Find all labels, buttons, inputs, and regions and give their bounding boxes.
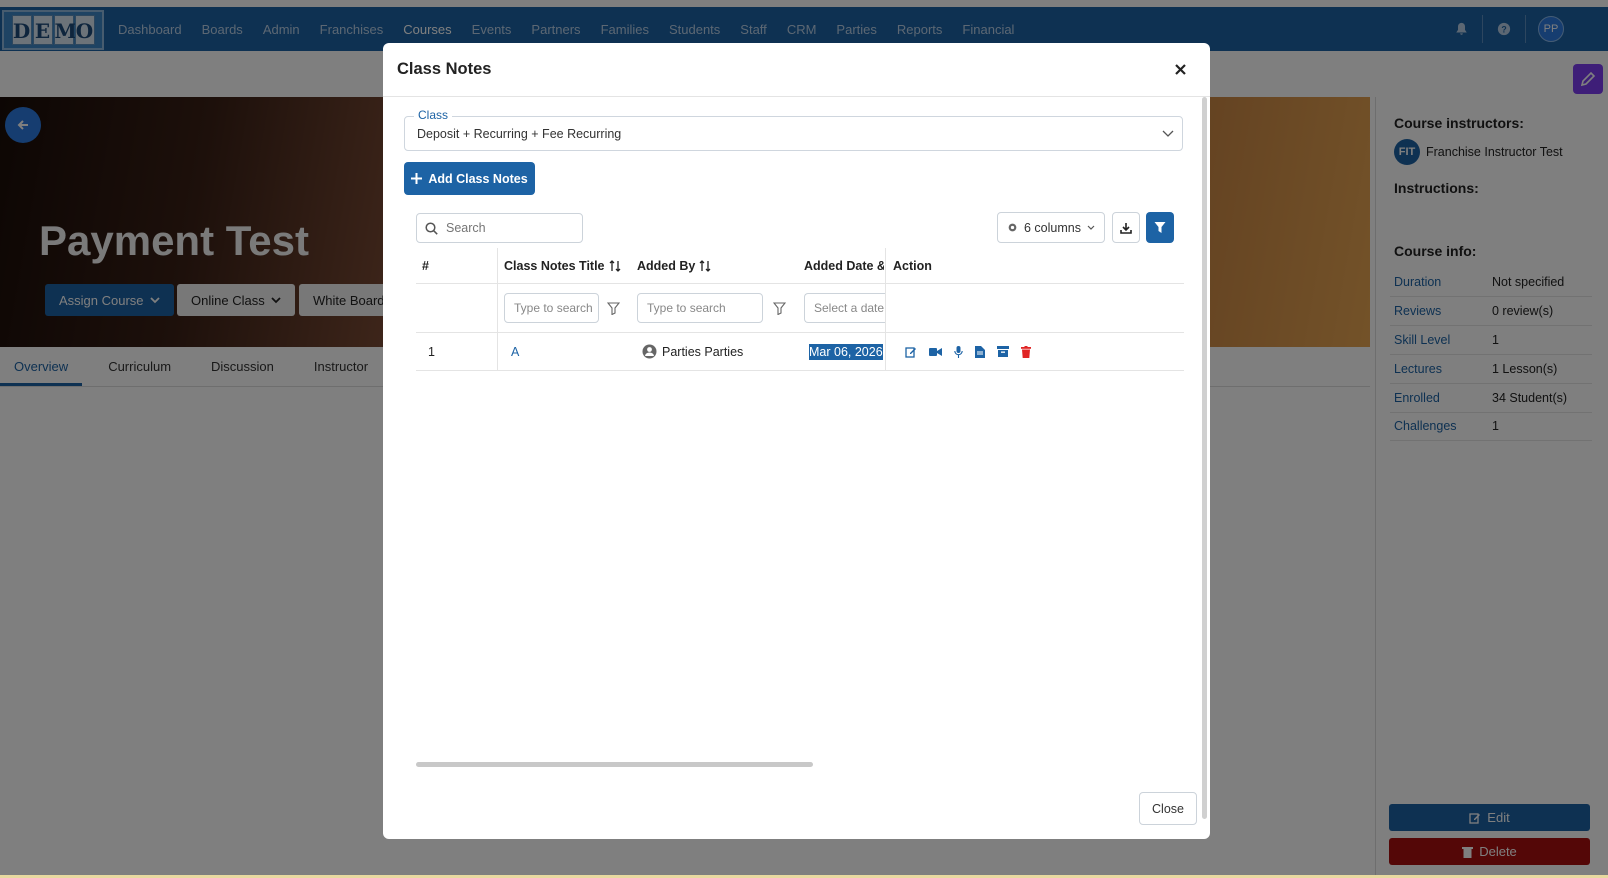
search-field[interactable]	[416, 213, 583, 243]
date-filter-input[interactable]: Select a date	[804, 293, 886, 323]
gear-icon	[1008, 223, 1017, 232]
download-icon	[1120, 222, 1132, 234]
column-header-title[interactable]: Class Notes Title	[504, 248, 621, 283]
sort-icon	[609, 259, 620, 272]
column-header-added-by-label: Added By	[637, 258, 696, 273]
edit-icon[interactable]	[905, 346, 917, 358]
search-input[interactable]	[446, 221, 566, 235]
modal-close-button[interactable]	[1170, 59, 1190, 79]
user-circle-icon	[642, 344, 657, 359]
filter-toggle-button[interactable]	[1146, 212, 1174, 243]
date-filter: Select a date	[804, 284, 886, 332]
horizontal-scrollbar[interactable]	[416, 762, 813, 767]
row-actions	[905, 333, 1031, 370]
added-by-filter-input[interactable]: Type to search	[637, 293, 763, 323]
archive-icon[interactable]	[997, 346, 1009, 357]
row-added-date: Mar 06, 2026	[809, 333, 884, 370]
row-title-link[interactable]: A	[511, 333, 519, 370]
columns-toggle-button[interactable]: 6 columns	[997, 212, 1105, 243]
filter-icon[interactable]	[607, 301, 620, 315]
microphone-icon[interactable]	[954, 345, 963, 358]
column-divider	[497, 248, 498, 371]
row-number: 1	[428, 344, 435, 359]
filter-icon[interactable]	[773, 301, 786, 315]
row-added-by: Parties Parties	[642, 333, 743, 370]
table-header-row: # Class Notes Title Added By Added Date …	[416, 248, 1184, 284]
class-select-label: Class	[414, 108, 453, 122]
title-filter: Type to search	[504, 284, 620, 332]
close-icon	[1174, 63, 1186, 75]
modal-title: Class Notes	[397, 60, 492, 78]
filter-icon	[1154, 222, 1166, 233]
chevron-down-icon	[1087, 225, 1095, 230]
columns-label: 6 columns	[1024, 220, 1081, 235]
title-filter-input[interactable]: Type to search	[504, 293, 599, 323]
plus-icon	[411, 173, 423, 184]
modal-header: Class Notes	[383, 43, 1210, 97]
close-button[interactable]: Close	[1139, 792, 1197, 825]
class-select-value: Deposit + Recurring + Fee Recurring	[417, 127, 622, 141]
column-header-added-by[interactable]: Added By	[637, 248, 711, 283]
class-notes-modal: Class Notes Class Deposit + Recurring + …	[383, 43, 1210, 839]
column-header-added-date[interactable]: Added Date &	[804, 248, 884, 283]
table-filter-row: Type to search Type to search Select a d…	[416, 284, 1184, 333]
search-icon	[425, 221, 438, 235]
added-by-filter: Type to search	[637, 284, 786, 332]
table-row[interactable]: 1 A Parties Parties Mar 06, 2026	[416, 333, 1184, 371]
column-header-title-label: Class Notes Title	[504, 258, 605, 273]
row-added-date-value: Mar 06, 2026	[809, 343, 883, 360]
add-class-notes-button[interactable]: Add Class Notes	[404, 162, 535, 195]
column-divider	[885, 248, 886, 371]
trash-icon[interactable]	[1021, 345, 1031, 358]
download-button[interactable]	[1112, 212, 1140, 243]
row-added-by-name: Parties Parties	[662, 344, 744, 359]
vertical-scrollbar[interactable]	[1202, 97, 1207, 819]
document-icon[interactable]	[975, 345, 985, 358]
class-select[interactable]: Class Deposit + Recurring + Fee Recurrin…	[404, 108, 1183, 151]
add-class-notes-label: Add Class Notes	[428, 171, 528, 186]
sort-icon	[699, 259, 711, 272]
column-header-action: Action	[893, 258, 932, 273]
video-icon[interactable]	[929, 347, 942, 357]
chevron-down-icon	[1162, 130, 1174, 137]
column-header-number: #	[422, 258, 429, 273]
